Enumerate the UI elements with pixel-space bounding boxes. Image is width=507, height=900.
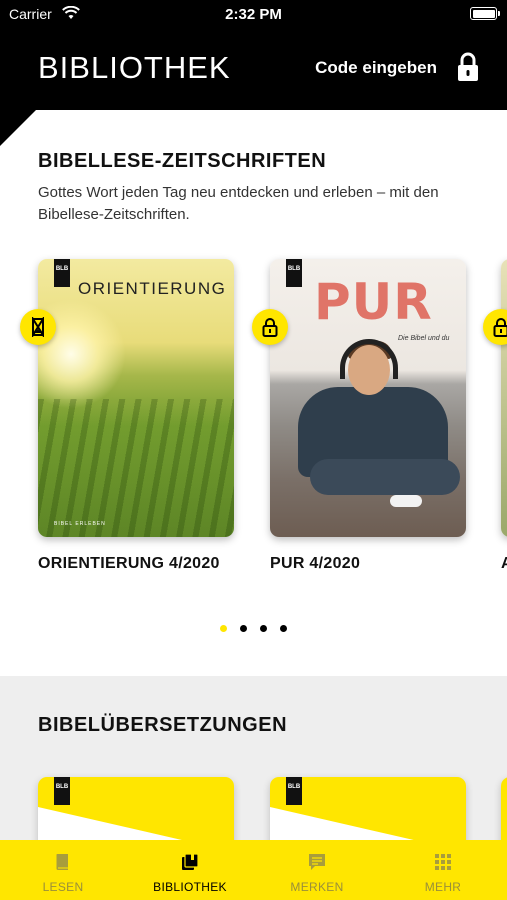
brand-tag: BLB xyxy=(286,259,302,287)
cover-subtitle: Die Bibel und du xyxy=(398,335,450,342)
lock-icon xyxy=(493,318,507,337)
magazine-card-partial[interactable] xyxy=(501,259,507,537)
page-dot[interactable] xyxy=(280,625,287,632)
section-title: BIBELLESE-ZEITSCHRIFTEN xyxy=(38,150,327,172)
magazine-card-pur[interactable]: BLB PUR Die Bibel und du xyxy=(270,259,466,537)
tab-mehr[interactable]: MEHR xyxy=(380,840,506,900)
magazine-card-orientierung[interactable]: BLB ORIENTIERUNG BIBEL ERLEBEN xyxy=(38,259,234,537)
tab-label: BIBLIOTHEK xyxy=(153,880,227,894)
enter-code-button[interactable]: Code eingeben xyxy=(315,58,437,78)
cover-footer: BIBEL ERLEBEN xyxy=(54,521,106,527)
status-badge xyxy=(252,309,288,345)
book-icon xyxy=(56,854,68,870)
cover-title: PUR xyxy=(314,273,433,331)
tab-bibliothek[interactable]: BIBLIOTHEK xyxy=(127,840,253,900)
status-bar: Carrier 2:32 PM xyxy=(0,0,507,28)
status-badge xyxy=(20,309,56,345)
tab-label: MEHR xyxy=(424,880,462,894)
magazine-label[interactable]: PUR 4/2020 xyxy=(270,555,360,573)
tab-label: MERKEN xyxy=(290,880,344,894)
status-badge xyxy=(483,309,507,345)
library-icon xyxy=(182,853,199,870)
battery-icon xyxy=(470,7,500,20)
brand-tag: BLB xyxy=(54,777,70,805)
hourglass-icon xyxy=(32,317,44,337)
page-dot[interactable] xyxy=(220,625,227,632)
status-time: 2:32 PM xyxy=(225,6,282,23)
lock-icon xyxy=(262,318,278,337)
grid-icon xyxy=(435,854,451,870)
header-corner xyxy=(0,110,36,146)
section-title: BIBELÜBERSETZUNGEN xyxy=(38,714,288,736)
tab-bar: LESEN BIBLIOTHEK MERKEN MEHR xyxy=(0,840,507,900)
cover-title: ORIENTIERUNG xyxy=(78,279,227,298)
app-header: Carrier 2:32 PM BIBLIOTHEK Code eingeben xyxy=(0,0,507,110)
tab-label: LESEN xyxy=(42,880,84,894)
brand-tag: BLB xyxy=(54,259,70,287)
note-icon xyxy=(309,854,325,870)
magazine-label[interactable]: ORIENTIERUNG 4/2020 xyxy=(38,555,220,573)
brand-tag: BLB xyxy=(286,777,302,805)
page-dot[interactable] xyxy=(260,625,267,632)
tab-lesen[interactable]: LESEN xyxy=(0,840,126,900)
page-dot[interactable] xyxy=(240,625,247,632)
page-title: BIBLIOTHEK xyxy=(38,50,231,85)
magazine-label[interactable]: A xyxy=(501,555,507,573)
section-description: Gottes Wort jeden Tag neu entdecken und … xyxy=(38,184,439,223)
lock-icon[interactable] xyxy=(456,52,480,82)
tab-merken[interactable]: MERKEN xyxy=(254,840,380,900)
